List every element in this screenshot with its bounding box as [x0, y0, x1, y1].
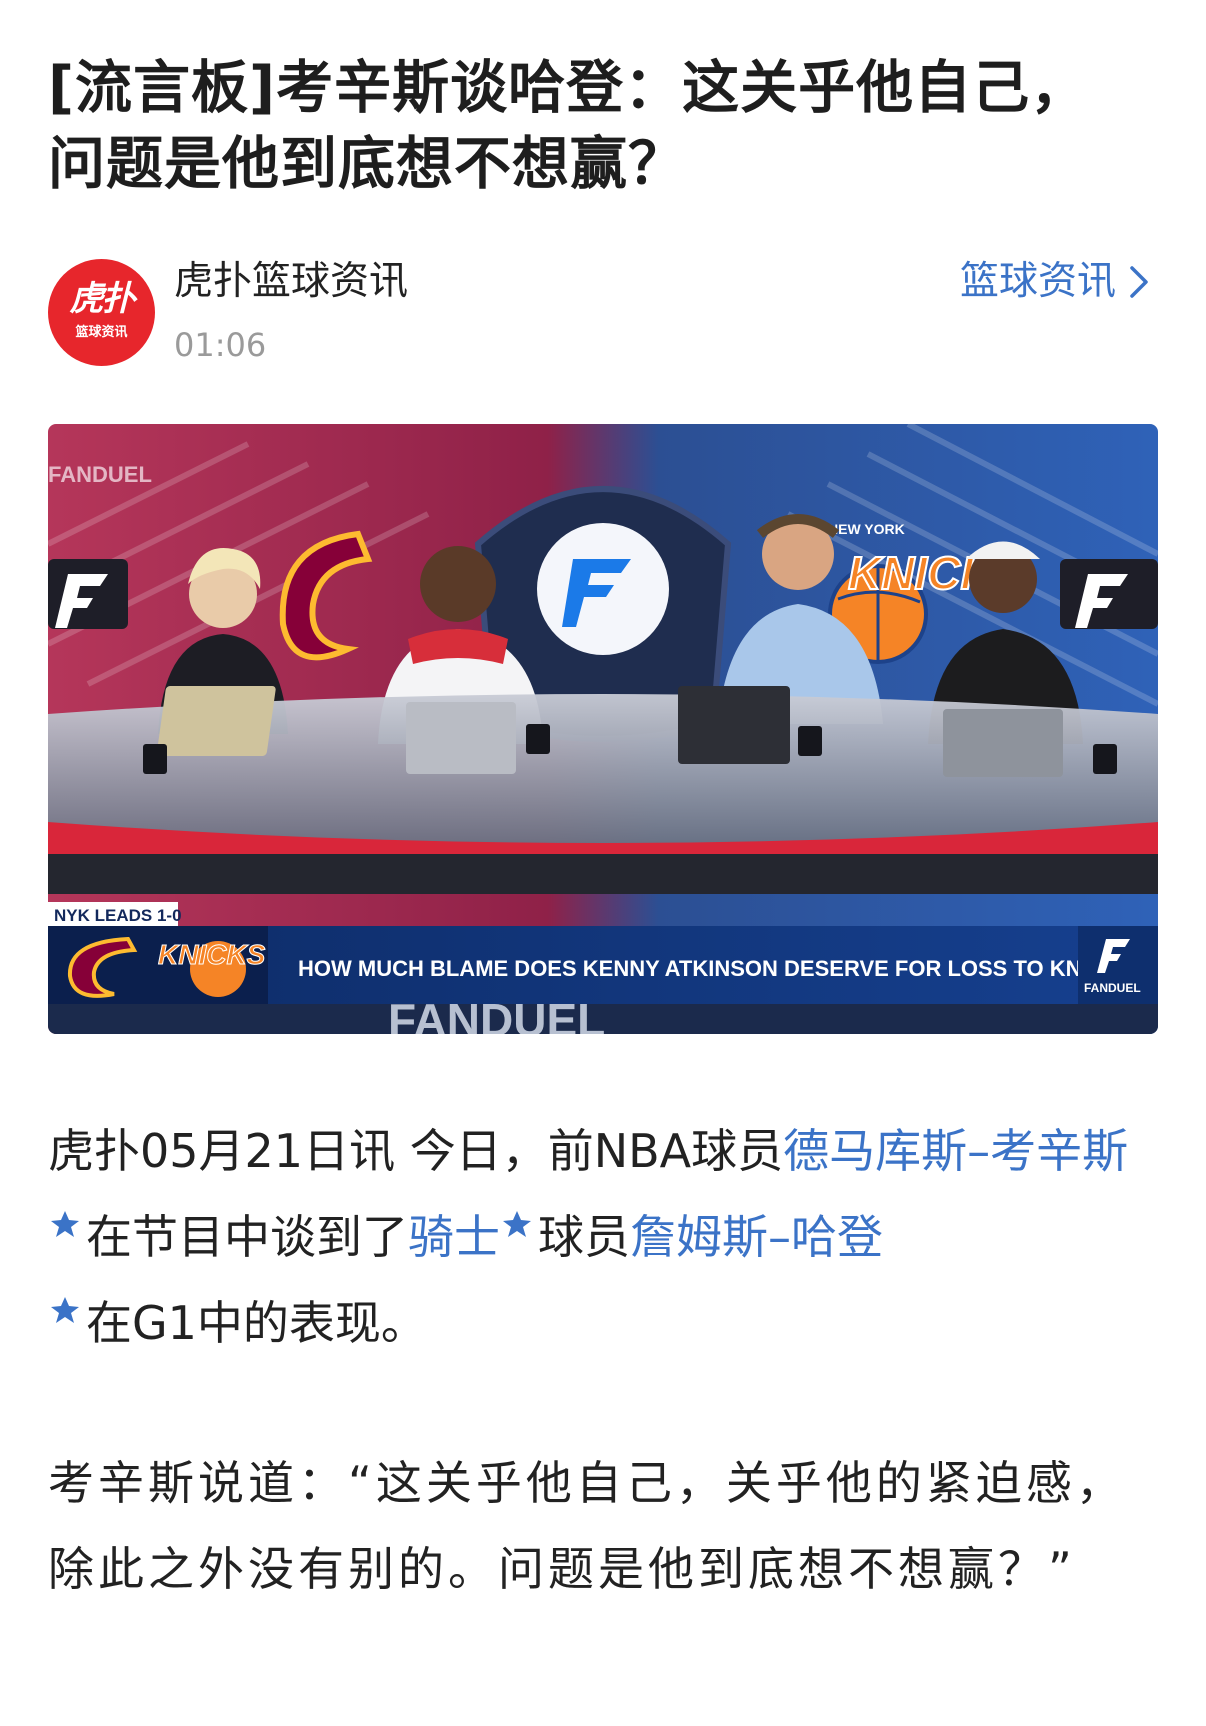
- paragraph-tail: 在G1中的表现。: [86, 1296, 427, 1350]
- article-paragraph-1: 虎扑05月21日讯 今日，前NBA球员德马库斯–考辛斯在节目中谈到了骑士 球员詹姆…: [48, 1108, 1158, 1366]
- chevron-right-icon: [1130, 266, 1148, 298]
- channel-link[interactable]: 篮球资讯: [960, 258, 1150, 306]
- hero-image-scene: FANDUEL KNICKS NEW YORK NYK LEADS 1-0 KN…: [48, 424, 1158, 1034]
- floor-brand: FANDUEL: [388, 994, 605, 1034]
- paragraph-mid-2: 球员: [538, 1210, 630, 1264]
- ticker-headline: HOW MUCH BLAME DOES KENNY ATKINSON DESER…: [298, 956, 1148, 981]
- channel-label: 篮球资讯: [959, 259, 1116, 304]
- ticker-knicks-logo: KNICKS: [158, 939, 266, 970]
- author-name[interactable]: 虎扑篮球资讯: [174, 258, 408, 306]
- paragraph-mid-1: 在节目中谈到了: [86, 1210, 408, 1264]
- player-link-cousins[interactable]: 德马库斯–考辛斯: [783, 1124, 1128, 1178]
- avatar-logo-subtext: 篮球资讯: [75, 325, 128, 340]
- player-link-harden[interactable]: 詹姆斯–哈登: [630, 1210, 883, 1264]
- star-icon[interactable]: [48, 1209, 82, 1239]
- brand-fanduel-top: FANDUEL: [48, 462, 152, 487]
- ticker-brand: FANDUEL: [1084, 981, 1141, 995]
- team-link-cavaliers[interactable]: 骑士: [408, 1210, 500, 1264]
- star-icon[interactable]: [500, 1209, 534, 1239]
- knicks-arc-text: NEW YORK: [828, 521, 905, 537]
- article-title-line-2: 问题是他到底想不想赢？: [48, 131, 686, 197]
- hero-image[interactable]: FANDUEL KNICKS NEW YORK NYK LEADS 1-0 KN…: [48, 424, 1158, 1034]
- publish-time: 01:06: [174, 326, 267, 364]
- article-title: [流言板]考辛斯谈哈登：这关乎他自己， 问题是他到底想不想赢？: [48, 50, 1158, 202]
- author-avatar[interactable]: 虎扑 篮球资讯: [48, 259, 155, 366]
- paragraph-lead: 虎扑05月21日讯 今日，前NBA球员: [48, 1124, 784, 1178]
- series-badge: NYK LEADS 1-0: [54, 906, 182, 925]
- article-paragraph-2: 考辛斯说道：“这关乎他自己，关乎他的紧迫感，除此之外没有别的。问题是他到底想不想…: [48, 1456, 1126, 1596]
- avatar-logo-text: 虎扑: [69, 279, 136, 319]
- star-icon[interactable]: [48, 1295, 82, 1325]
- article-title-line-1: [流言板]考辛斯谈哈登：这关乎他自己，: [48, 55, 1089, 121]
